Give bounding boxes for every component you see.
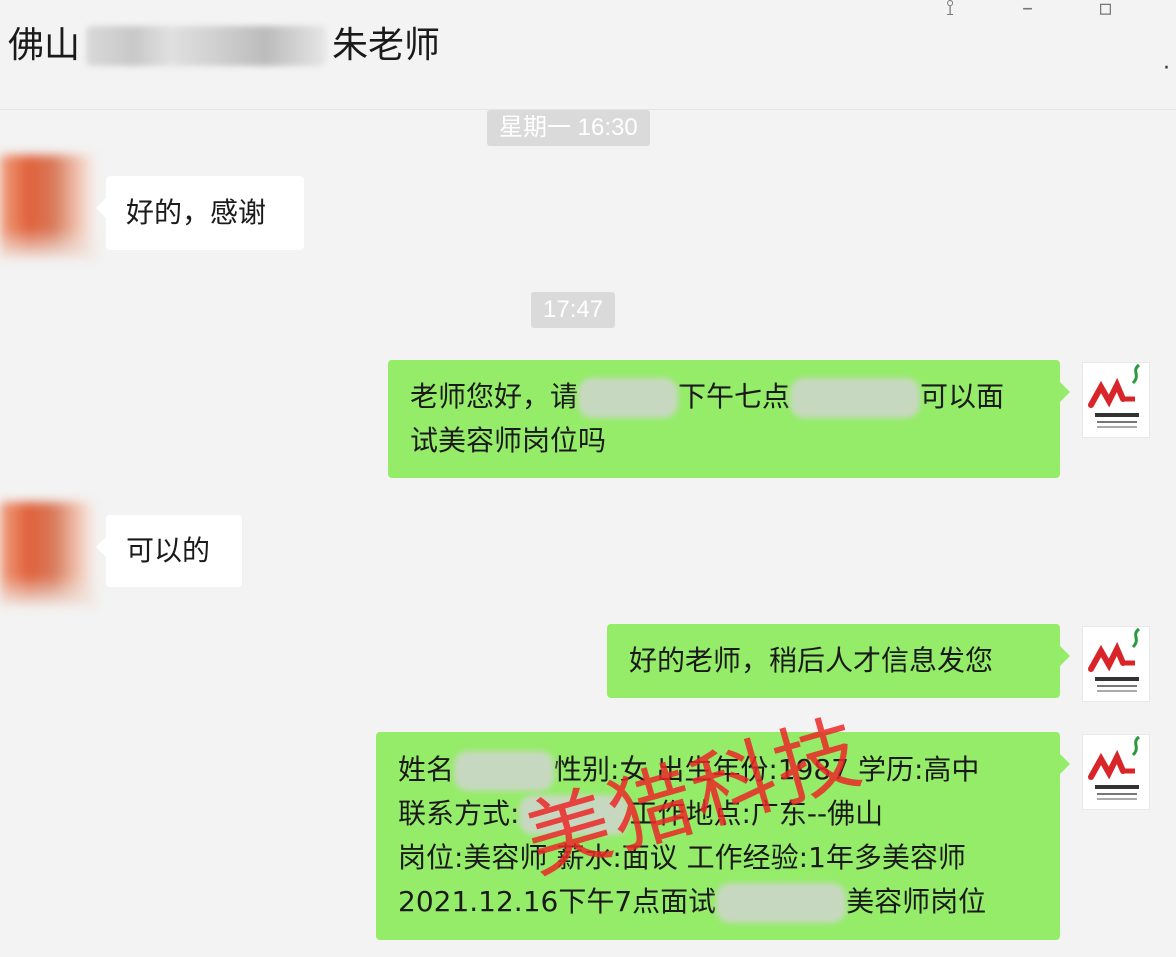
contact-avatar[interactable] <box>0 502 96 606</box>
timestamp: 17:47 <box>531 292 616 328</box>
redacted-text <box>519 795 630 835</box>
contact-avatar[interactable] <box>0 155 96 259</box>
chat-title: 佛山 朱老师 <box>8 20 440 71</box>
message-text: 2021.12.16下午7点面试 <box>398 885 717 918</box>
message-bubble[interactable]: 姓名 性别:女 出生年份:1987 学历:高中 联系方式: 工作地点:广东--佛山 … <box>376 732 1070 940</box>
maximize-icon[interactable]: ▫ <box>1098 0 1113 21</box>
redacted-text <box>790 378 921 418</box>
message-text: 岗位:美容师 薪水:面议 工作经验:1年多美容师 <box>398 841 966 874</box>
my-avatar[interactable] <box>1082 362 1150 438</box>
message-bubble[interactable]: 好的老师，稍后人才信息发您 <box>607 624 1070 698</box>
message-text: 可以的 <box>126 534 211 567</box>
redacted-text <box>716 883 847 923</box>
message-text: 性别:女 出生年份:1987 学历:高中 <box>554 753 980 786</box>
message-bubble[interactable]: 好的，感谢 <box>96 176 304 250</box>
pin-icon[interactable]: ⟟ <box>946 0 954 21</box>
message-bubble[interactable]: 可以的 <box>96 515 242 587</box>
title-prefix: 佛山 <box>8 25 81 66</box>
my-avatar[interactable] <box>1082 734 1150 810</box>
redacted-name <box>86 26 327 66</box>
message-text: 美容师岗位 <box>846 885 987 918</box>
redacted-text <box>578 378 679 418</box>
chat-header: 佛山 朱老师 ⟟ – ▫ · <box>0 0 1176 110</box>
minimize-icon[interactable]: – <box>1022 0 1033 21</box>
message-text: 老师您好，请 <box>410 380 579 413</box>
message-text: 好的，感谢 <box>126 196 267 229</box>
message-text: 下午七点 <box>678 380 791 413</box>
message-text: 工作地点:广东--佛山 <box>629 797 884 830</box>
message-text: 好的老师，稍后人才信息发您 <box>629 644 994 677</box>
more-icon[interactable]: · <box>1163 56 1170 81</box>
redacted-text <box>454 751 555 791</box>
message-text: 联系方式: <box>398 797 520 830</box>
message-text: 可以面 <box>920 380 1005 413</box>
my-avatar[interactable] <box>1082 626 1150 702</box>
title-suffix: 朱老师 <box>332 25 441 66</box>
message-text: 试美容师岗位吗 <box>410 424 607 457</box>
timestamp: 星期一 16:30 <box>487 110 650 146</box>
message-bubble[interactable]: 老师您好，请 下午七点 可以面 试美容师岗位吗 <box>388 360 1070 478</box>
message-text: 姓名 <box>398 753 455 786</box>
